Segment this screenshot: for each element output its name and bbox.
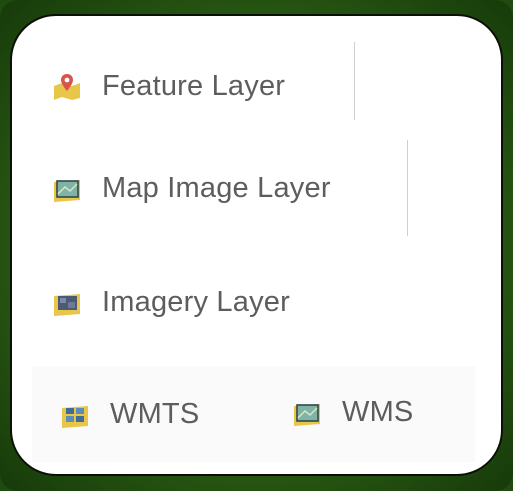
wms-layer-label: WMS — [342, 395, 414, 428]
feature-layer-option[interactable]: Feature Layer — [52, 66, 285, 106]
wms-layer-icon — [292, 398, 322, 426]
wmts-layer-icon — [60, 400, 90, 428]
imagery-layer-label: Imagery Layer — [102, 285, 290, 318]
feature-layer-label: Feature Layer — [102, 69, 286, 102]
feature-layer-icon — [52, 72, 82, 100]
map-image-layer-label: Map Image Layer — [102, 171, 331, 204]
map-image-layer-icon — [52, 174, 82, 202]
map-image-layer-option[interactable]: Map Image Layer — [52, 168, 331, 208]
divider-1 — [354, 42, 355, 120]
imagery-layer-option[interactable]: Imagery Layer — [52, 282, 290, 322]
layer-type-panel: Feature Layer Map Image Layer Imagery La… — [10, 14, 503, 476]
wmts-layer-label: WMTS — [110, 397, 200, 430]
wmts-layer-option[interactable]: WMTS — [60, 394, 199, 434]
divider-2 — [407, 140, 408, 236]
imagery-layer-icon — [52, 288, 82, 316]
wms-layer-option[interactable]: WMS — [292, 392, 413, 432]
outer-frame: Feature Layer Map Image Layer Imagery La… — [0, 0, 513, 491]
